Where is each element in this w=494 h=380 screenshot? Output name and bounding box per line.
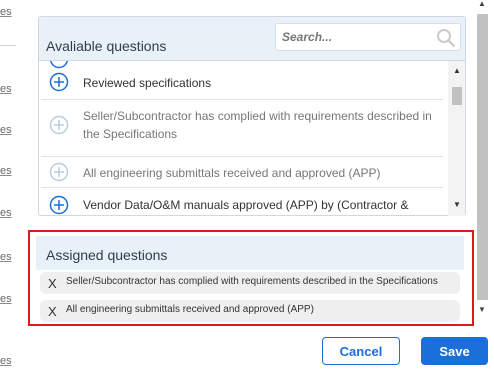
save-button[interactable]: Save — [421, 337, 488, 365]
cancel-button[interactable]: Cancel — [322, 337, 400, 365]
list-divider — [41, 99, 443, 100]
background-divider — [0, 45, 16, 46]
available-question-text: Vendor Data/O&M manuals approved (APP) b… — [83, 198, 409, 212]
list-divider — [41, 156, 443, 157]
background-link-fragment: es — [0, 293, 12, 305]
list-divider — [41, 187, 443, 188]
scroll-up-arrow-icon[interactable]: ▲ — [478, 0, 486, 8]
background-link-fragment: es — [0, 207, 12, 219]
scroll-up-arrow-icon[interactable]: ▲ — [453, 67, 461, 75]
background-page-strip: es es es es es es es es — [0, 0, 22, 380]
background-link-fragment: es — [0, 251, 12, 263]
add-circle-icon[interactable] — [49, 72, 69, 92]
add-circle-icon — [49, 162, 69, 182]
available-question-text: Seller/Subcontractor has complied with r… — [83, 109, 432, 141]
available-question-item: Seller/Subcontractor has complied with r… — [39, 103, 445, 147]
available-question-text: Reviewed specifications — [83, 76, 212, 90]
scroll-down-arrow-icon[interactable]: ▼ — [478, 306, 486, 314]
available-list-scrollbar[interactable]: ▲ ▼ — [448, 61, 465, 216]
available-question-item[interactable]: Reviewed specifications — [39, 71, 445, 97]
dialog-scrollbar[interactable]: ▲ ▼ — [474, 0, 490, 330]
background-link-fragment: es — [0, 83, 12, 95]
scroll-down-arrow-icon[interactable]: ▼ — [453, 201, 461, 209]
background-link-fragment: es — [0, 6, 12, 18]
available-questions-title: Avaliable questions — [46, 38, 167, 54]
search-input[interactable] — [282, 28, 422, 46]
scrollbar-thumb[interactable] — [452, 87, 462, 105]
question-dialog: es es es es es es es es ▲ ▼ Avaliable qu… — [0, 0, 494, 380]
available-questions-panel: Avaliable questions Reviewed — [38, 16, 466, 216]
available-question-text: All engineering submittals received and … — [83, 166, 381, 180]
available-questions-header: Avaliable questions — [39, 17, 465, 61]
highlight-box — [28, 230, 474, 326]
background-link-fragment: es — [0, 124, 12, 136]
background-link-fragment: es — [0, 165, 12, 177]
available-question-item[interactable]: Vendor Data/O&M manuals approved (APP) b… — [39, 191, 445, 216]
available-question-item: All engineering submittals received and … — [39, 160, 445, 186]
add-circle-icon[interactable] — [49, 61, 69, 69]
available-questions-list: Reviewed specifications Seller/Subcontra… — [39, 61, 445, 216]
background-link-fragment: es — [0, 355, 12, 367]
add-circle-icon[interactable] — [49, 195, 69, 215]
scrollbar-thumb[interactable] — [477, 14, 488, 300]
search-box[interactable] — [275, 23, 461, 51]
add-circle-icon — [49, 115, 69, 135]
search-icon[interactable] — [436, 28, 456, 48]
